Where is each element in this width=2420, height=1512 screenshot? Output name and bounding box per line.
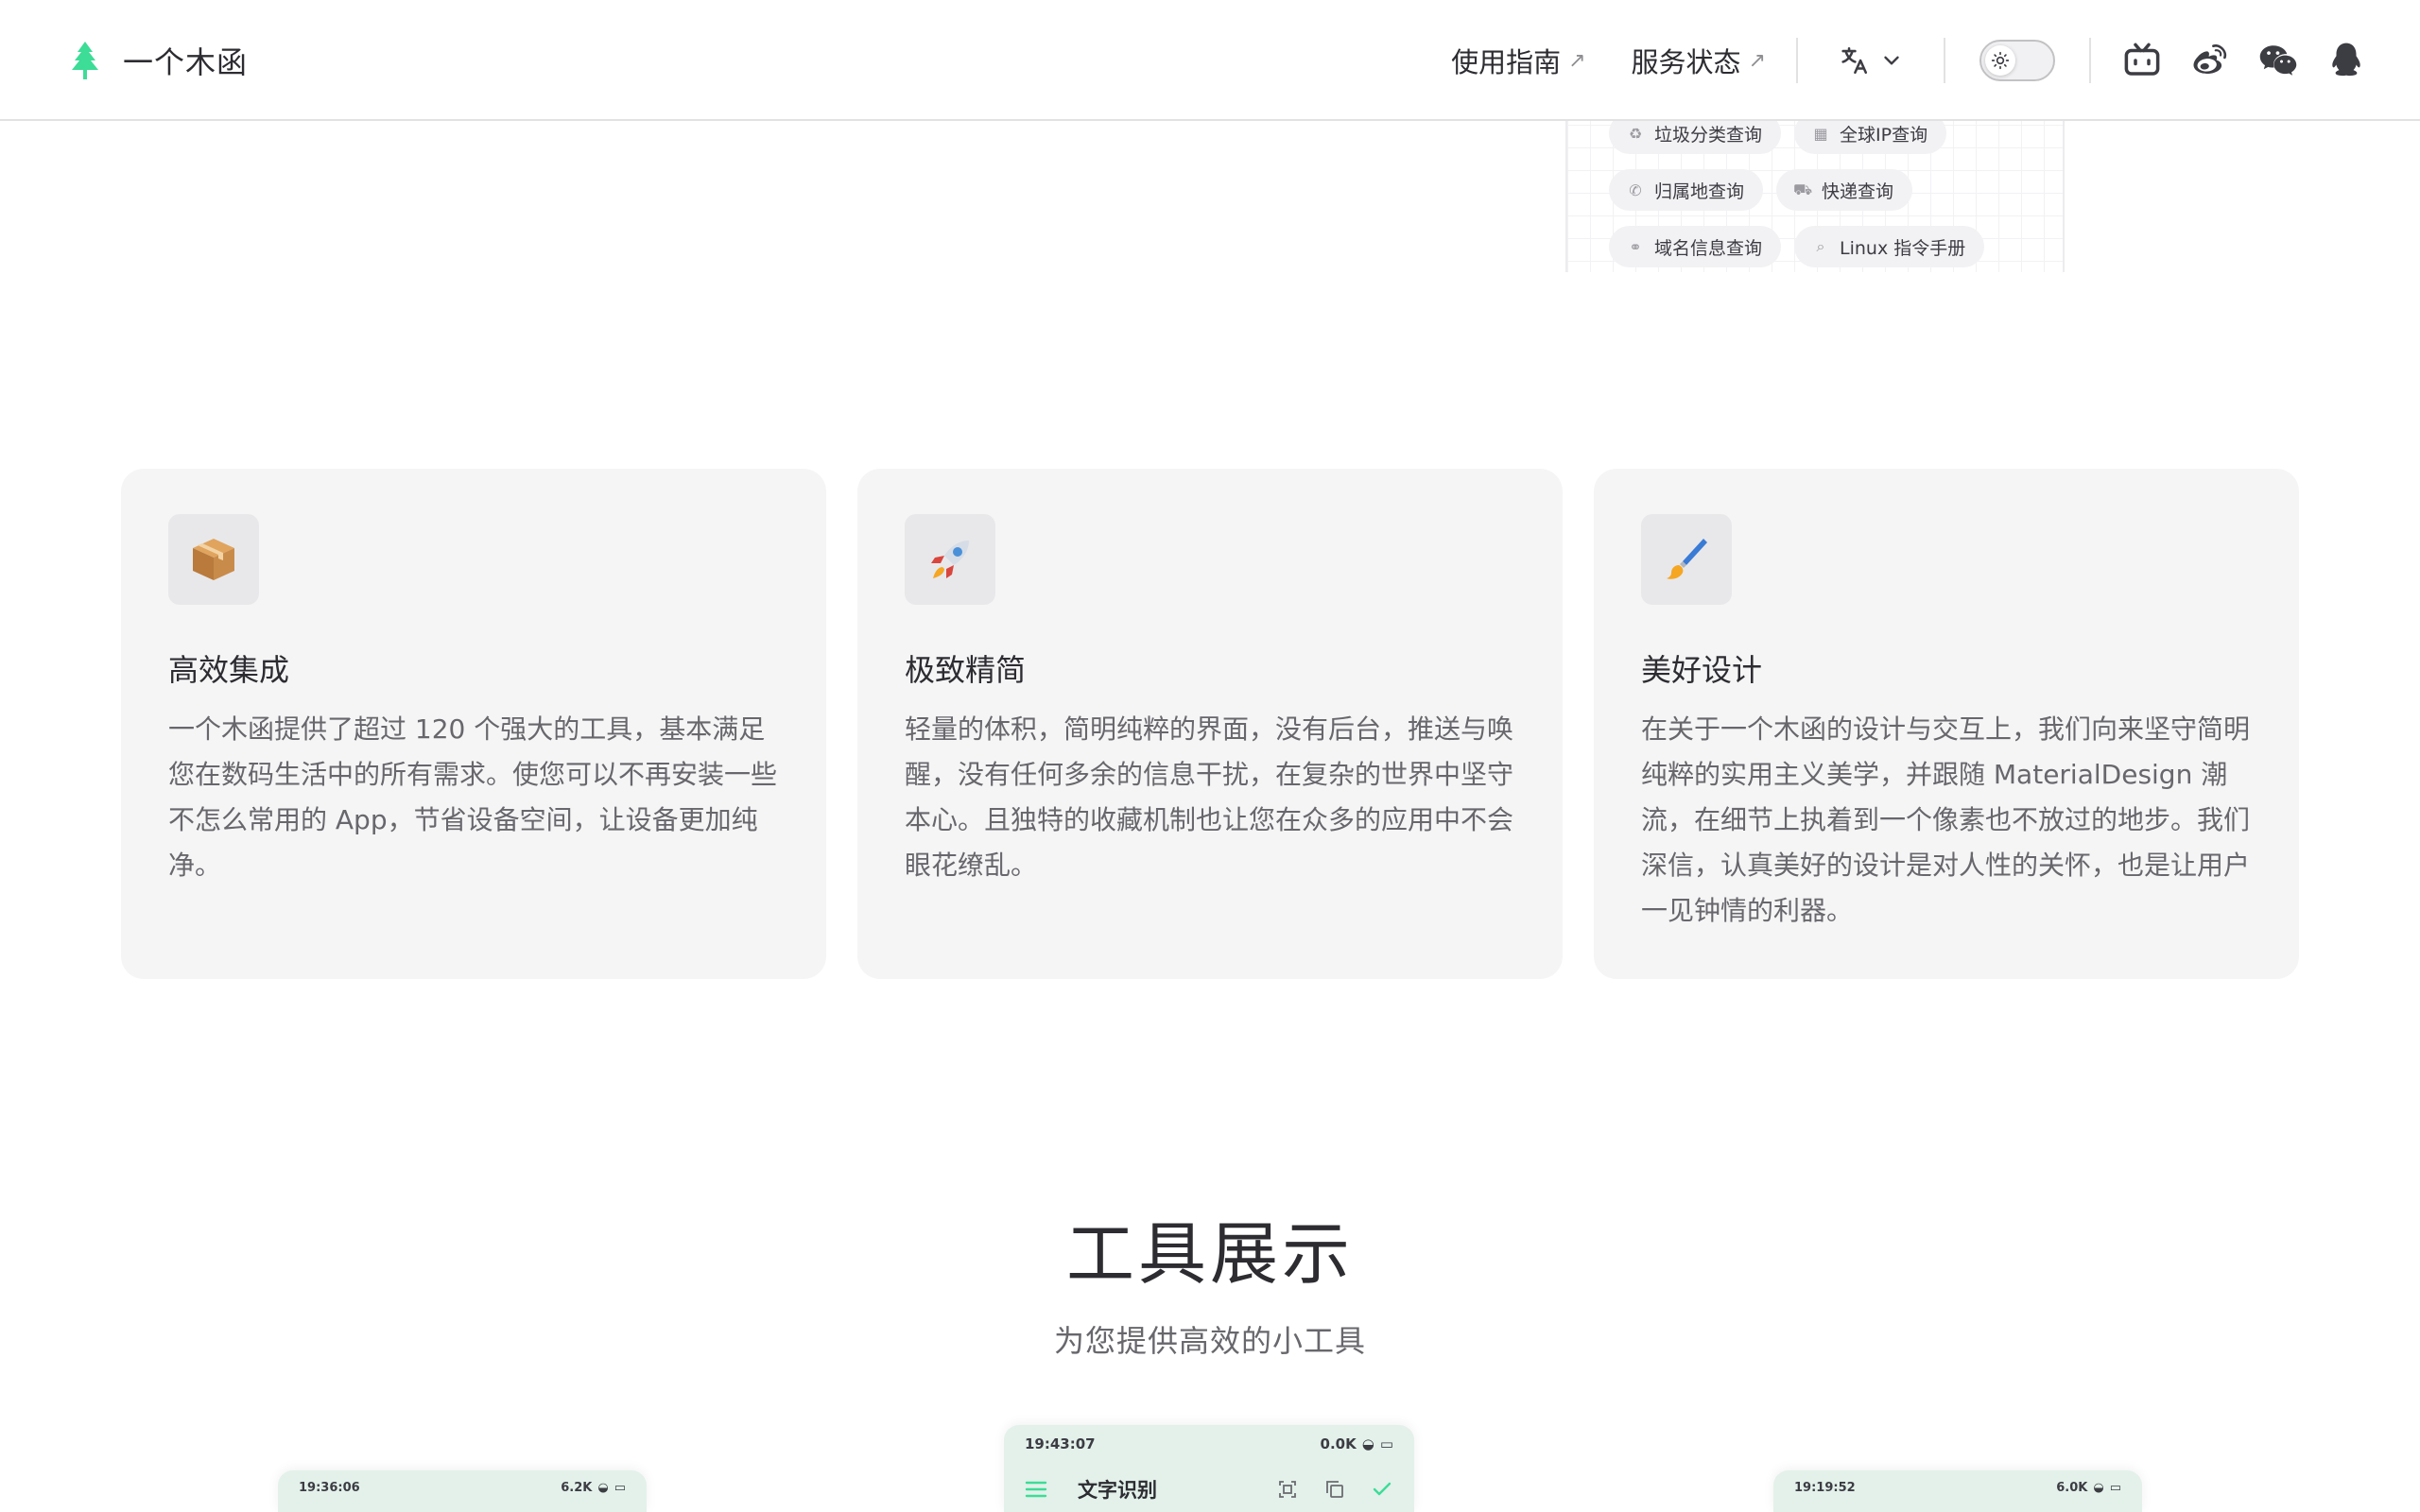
feature-card-minimal: 极致精简 轻量的体积，简明纯粹的界面，没有后台，推送与唤醒，没有任何多余的信息干…	[857, 469, 1563, 979]
feature-title: 极致精简	[905, 652, 1027, 688]
phone-time: 19:43:07	[1025, 1435, 1096, 1452]
chip-label: Linux 指令手册	[1840, 237, 1966, 259]
external-link-icon: ↗	[1568, 48, 1586, 73]
chip-domain-info[interactable]: ⚭ 域名信息查询	[1609, 226, 1782, 267]
nav-divider	[1944, 38, 1945, 83]
phone-time: 19:19:52	[1794, 1480, 1856, 1495]
chip-row: ⚭ 域名信息查询 ⌕ Linux 指令手册	[1609, 226, 1997, 267]
phone-status-right: 6.2K ◒ ▭	[555, 1481, 626, 1495]
phone-status-bar: 19:43:07 0.0K ◒ ▭	[1004, 1425, 1414, 1463]
chip-label: 归属地查询	[1654, 180, 1745, 202]
battery-icon: ▭	[2109, 1480, 2121, 1495]
package-icon	[193, 539, 234, 580]
link-icon: ⚭	[1629, 237, 1642, 256]
features-section: 高效集成 一个木函提供了超过 120 个强大的工具，基本满足您在数码生活中的所有…	[121, 469, 2299, 979]
ip-icon: ▦	[1813, 124, 1828, 143]
nav-actions: 使用指南 ↗ 服务状态 ↗	[1451, 0, 2367, 121]
phone-app-title: 文字识别	[1078, 1479, 1157, 1502]
phone-app-actions	[1252, 1478, 1393, 1501]
showcase-subtitle: 为您提供高效的小工具	[1053, 1323, 1366, 1359]
phone-icon: ✆	[1629, 180, 1642, 199]
check-icon[interactable]	[1371, 1478, 1393, 1501]
nav-divider	[2089, 38, 2091, 83]
feature-title: 美好设计	[1641, 652, 1763, 688]
language-switcher[interactable]	[1838, 44, 1904, 77]
feature-description: 轻量的体积，简明纯粹的界面，没有后台，推送与唤醒，没有任何多余的信息干扰，在复杂…	[905, 713, 1514, 881]
feature-description: 在关于一个木函的设计与交互上，我们向来坚守简明纯粹的实用主义美学，并跟随 Mat…	[1641, 713, 2251, 926]
nav-link-guide-label: 使用指南	[1451, 46, 1562, 78]
phone-time: 19:36:06	[299, 1480, 360, 1495]
chip-linux-manual[interactable]: ⌕ Linux 指令手册	[1794, 226, 1985, 267]
external-link-icon: ↗	[1748, 48, 1766, 73]
wifi-icon: ◒	[2093, 1480, 2104, 1495]
scan-icon[interactable]	[1276, 1478, 1299, 1501]
qq-link[interactable]	[2325, 40, 2367, 81]
network-speed: 6.0K	[2056, 1480, 2088, 1495]
bilibili-icon	[2124, 43, 2160, 76]
translate-icon	[1841, 46, 1868, 75]
sun-icon	[1991, 51, 2010, 70]
chevron-down-icon	[1884, 56, 1899, 65]
phone-status-bar: 19:36:06 6.2K ◒ ▭	[278, 1470, 647, 1504]
feature-icon-box	[1641, 514, 1732, 605]
feature-title: 高效集成	[168, 652, 290, 688]
qq-icon	[2332, 43, 2360, 77]
phone-preview-right[interactable]: 19:19:52 6.0K ◒ ▭	[1773, 1470, 2142, 1512]
phone-preview-center[interactable]: 19:43:07 0.0K ◒ ▭ 文字识别	[1004, 1425, 1414, 1512]
brand[interactable]: 一个木函	[68, 34, 248, 87]
chip-label: 域名信息查询	[1654, 237, 1763, 259]
weibo-link[interactable]	[2189, 40, 2231, 81]
nav-link-guide[interactable]: 使用指南 ↗	[1451, 41, 1585, 80]
tree-logo-icon	[72, 42, 98, 79]
nav-link-status-label: 服务状态	[1631, 46, 1741, 78]
bilibili-link[interactable]	[2121, 40, 2163, 81]
rocket-icon	[931, 541, 969, 578]
copy-icon[interactable]	[1323, 1478, 1346, 1501]
phone-status-bar: 19:19:52 6.0K ◒ ▭	[1773, 1470, 2142, 1504]
top-navbar: 一个木函 使用指南 ↗ 服务状态 ↗	[0, 0, 2420, 121]
social-links	[2121, 40, 2367, 81]
feature-description: 一个木函提供了超过 120 个强大的工具，基本满足您在数码生活中的所有需求。使您…	[168, 713, 778, 881]
wifi-icon: ◒	[597, 1480, 609, 1495]
chip-label: 垃圾分类查询	[1654, 124, 1763, 146]
feature-card-integration: 高效集成 一个木函提供了超过 120 个强大的工具，基本满足您在数码生活中的所有…	[121, 469, 826, 979]
menu-icon[interactable]	[1025, 1481, 1047, 1498]
chip-express[interactable]: ⛟ 快递查询	[1776, 169, 1913, 211]
wechat-link[interactable]	[2257, 40, 2299, 81]
wifi-icon: ◒	[1361, 1435, 1374, 1452]
nav-link-status[interactable]: 服务状态 ↗	[1632, 41, 1766, 80]
network-speed: 0.0K	[1320, 1435, 1357, 1452]
phone-status-right: 0.0K ◒ ▭	[1315, 1435, 1393, 1452]
weibo-icon	[2193, 43, 2227, 74]
tool-preview-panel: ♻ 垃圾分类查询 ▦ 全球IP查询 ✆ 归属地查询 ⛟ 快递查询 ⚭ 域名信息查…	[1565, 102, 2065, 272]
chip-row: ✆ 归属地查询 ⛟ 快递查询	[1609, 169, 1926, 211]
chip-label: 快递查询	[1822, 180, 1894, 202]
wechat-icon	[2259, 45, 2297, 76]
truck-icon: ⛟	[1792, 180, 1813, 198]
feature-card-design: 美好设计 在关于一个木函的设计与交互上，我们向来坚守简明纯粹的实用主义美学，并跟…	[1594, 469, 2299, 979]
battery-icon: ▭	[1379, 1435, 1393, 1452]
chip-phone-location[interactable]: ✆ 归属地查询	[1609, 169, 1764, 211]
theme-toggle[interactable]	[1979, 40, 2055, 81]
showcase-title: 工具展示	[1065, 1214, 1354, 1294]
search-icon: ⌕	[1816, 237, 1825, 255]
phone-status-right: 6.0K ◒ ▭	[2050, 1481, 2121, 1495]
recycle-icon: ♻	[1628, 124, 1643, 143]
chip-label: 全球IP查询	[1840, 124, 1928, 146]
feature-icon-box	[905, 514, 995, 605]
feature-icon-box	[168, 514, 259, 605]
phone-app-bar: 文字识别	[1004, 1463, 1414, 1512]
brand-name: 一个木函	[123, 44, 249, 80]
paintbrush-icon	[1667, 539, 1707, 579]
phone-preview-left[interactable]: 19:36:06 6.2K ◒ ▭	[278, 1470, 647, 1512]
nav-divider	[1796, 38, 1798, 83]
battery-icon: ▭	[614, 1480, 626, 1495]
network-speed: 6.2K	[561, 1480, 593, 1495]
theme-toggle-knob	[1985, 45, 2015, 76]
